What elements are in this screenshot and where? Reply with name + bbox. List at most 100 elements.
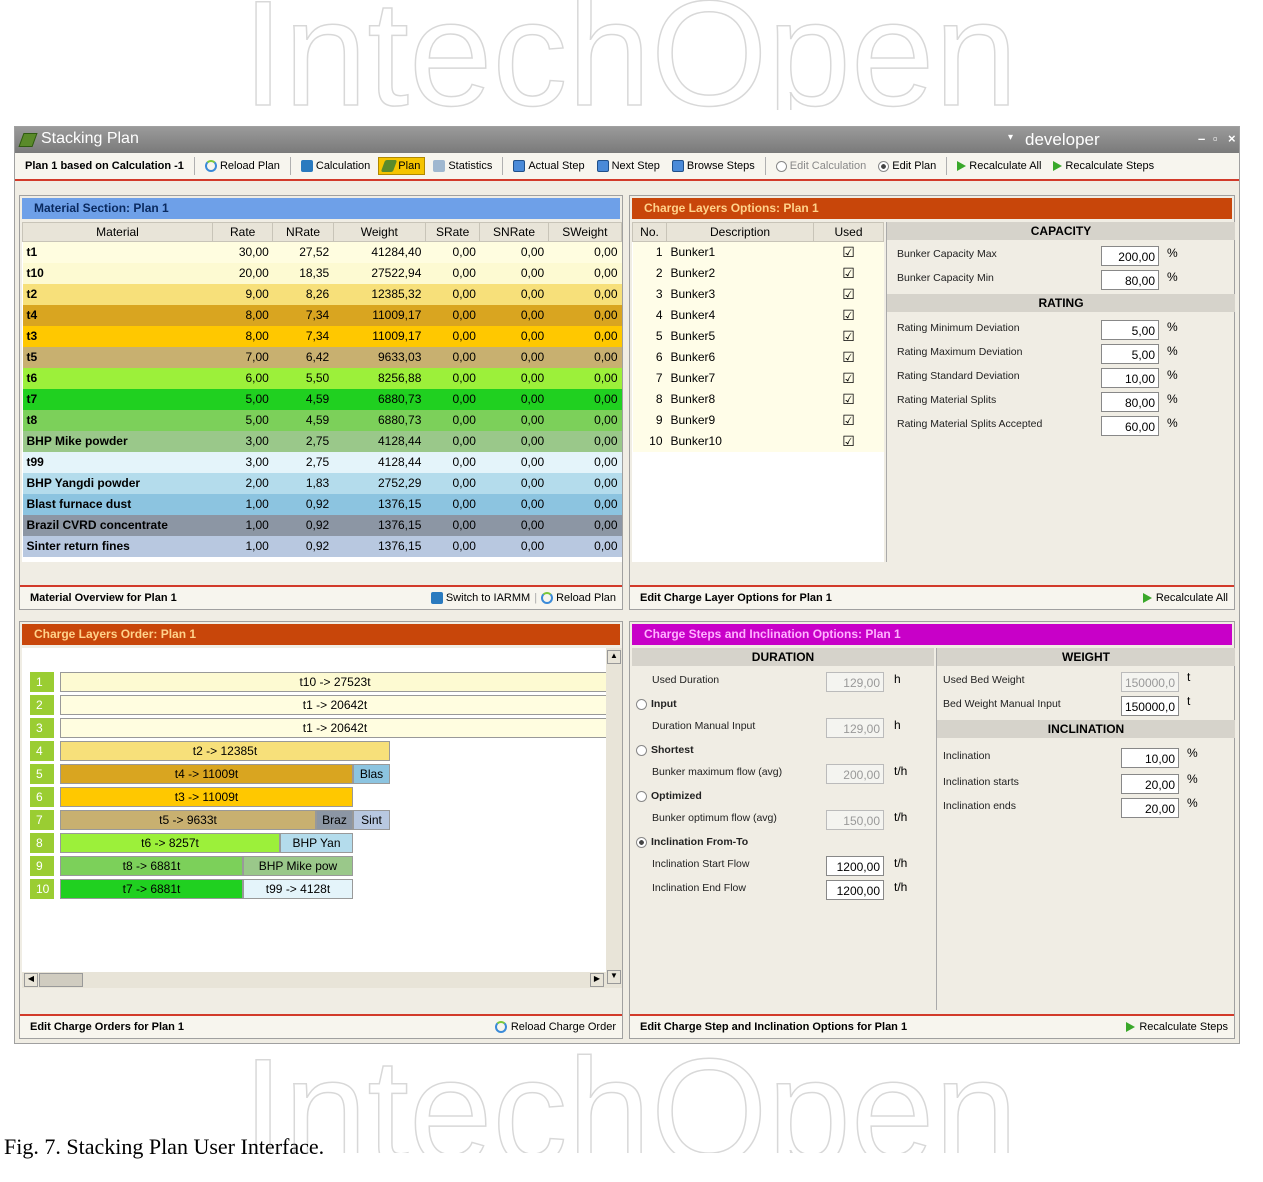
charge-layer-bar[interactable]: t5 -> 9633t xyxy=(60,810,316,830)
bunker-row[interactable]: 8 Bunker8 ☑ xyxy=(632,388,884,410)
rating-material-splits-input[interactable]: 80,00 xyxy=(1101,392,1159,412)
charge-layer-bar[interactable]: t7 -> 6881t xyxy=(60,879,243,899)
charge-layer-bar[interactable]: BHP Yan xyxy=(280,833,353,853)
inclination-from-to-radio[interactable]: Inclination From-To xyxy=(636,836,748,848)
recalculate-steps-button[interactable]: Recalculate Steps xyxy=(1049,158,1158,174)
switch-to-iarmm-button[interactable]: Switch to IARMM xyxy=(430,592,530,604)
charge-layer-bar[interactable]: Blas xyxy=(353,764,390,784)
edit-calculation-radio[interactable]: Edit Calculation xyxy=(772,158,870,174)
material-row[interactable]: t7 5,00 4,59 6880,73 0,00 0,00 0,00 xyxy=(22,388,622,410)
inclination-input[interactable]: 10,00 xyxy=(1121,748,1179,768)
bunker-used-checkbox[interactable]: ☑ xyxy=(842,328,855,344)
bunker-capacity-max-input[interactable]: 200,00 xyxy=(1101,246,1159,266)
input-radio[interactable]: Input xyxy=(636,698,677,710)
material-row[interactable]: Brazil CVRD concentrate 1,00 0,92 1376,15 0,… xyxy=(22,514,622,536)
bunker-used-checkbox[interactable]: ☑ xyxy=(842,349,855,365)
bunker-capacity-min-input[interactable]: 80,00 xyxy=(1101,270,1159,290)
next-step-button[interactable]: Next Step xyxy=(593,158,664,174)
restore-icon[interactable]: ▫ xyxy=(1213,131,1218,146)
calculation-button[interactable]: Calculation xyxy=(297,158,374,174)
steps-recalculate-steps-button[interactable]: Recalculate Steps xyxy=(1126,1021,1228,1033)
browse-steps-button[interactable]: Browse Steps xyxy=(668,158,759,174)
material-row[interactable]: t6 6,00 5,50 8256,88 0,00 0,00 0,00 xyxy=(22,367,622,389)
bunker-row[interactable]: 7 Bunker7 ☑ xyxy=(632,367,884,389)
charge-layer-bar[interactable]: t2 -> 12385t xyxy=(60,741,390,761)
shortest-radio[interactable]: Shortest xyxy=(636,744,694,756)
recalculate-all-button[interactable]: Recalculate All xyxy=(953,158,1045,174)
scroll-down-icon[interactable]: ▼ xyxy=(607,970,621,984)
material-row[interactable]: t4 8,00 7,34 11009,17 0,00 0,00 0,00 xyxy=(22,304,622,326)
material-row[interactable]: Blast furnace dust 1,00 0,92 1376,15 0,00 0,0… xyxy=(22,493,622,515)
material-row[interactable]: t2 9,00 8,26 12385,32 0,00 0,00 0,00 xyxy=(22,283,622,305)
charge-layer-bar[interactable]: Sint xyxy=(353,810,390,830)
bunker-row[interactable]: 6 Bunker6 ☑ xyxy=(632,346,884,368)
vertical-scrollbar[interactable]: ▲ ▼ xyxy=(606,648,622,988)
minimize-icon[interactable]: – xyxy=(1198,131,1205,146)
material-column-header[interactable]: SWeight xyxy=(547,222,623,242)
bunker-row[interactable]: 9 Bunker9 ☑ xyxy=(632,409,884,431)
charge-layer-bar[interactable]: t99 -> 4128t xyxy=(243,879,353,899)
charge-layer-bar[interactable]: t8 -> 6881t xyxy=(60,856,243,876)
actual-step-button[interactable]: Actual Step xyxy=(509,158,588,174)
inclination-starts-input[interactable]: 20,00 xyxy=(1121,774,1179,794)
options-recalculate-all-button[interactable]: Recalculate All xyxy=(1142,592,1228,604)
material-reload-plan-button[interactable]: Reload Plan xyxy=(541,592,616,604)
material-column-header[interactable]: Rate xyxy=(211,222,274,242)
material-row[interactable]: t5 7,00 6,42 9633,03 0,00 0,00 0,00 xyxy=(22,346,622,368)
rating-max-deviation-input[interactable]: 5,00 xyxy=(1101,344,1159,364)
inclination-start-flow-input[interactable]: 1200,00 xyxy=(826,856,884,876)
scroll-right-icon[interactable]: ▶ xyxy=(590,973,604,987)
bunker-used-checkbox[interactable]: ☑ xyxy=(842,244,855,260)
scroll-left-icon[interactable]: ◀ xyxy=(24,973,38,987)
optimized-radio[interactable]: Optimized xyxy=(636,790,702,802)
bunker-row[interactable]: 2 Bunker2 ☑ xyxy=(632,262,884,284)
scroll-up-icon[interactable]: ▲ xyxy=(607,650,621,664)
bunker-row[interactable]: 3 Bunker3 ☑ xyxy=(632,283,884,305)
rating-std-deviation-input[interactable]: 10,00 xyxy=(1101,368,1159,388)
material-row[interactable]: BHP Yangdi powder 2,00 1,83 2752,29 0,00 0,00… xyxy=(22,472,622,494)
material-row[interactable]: BHP Mike powder 3,00 2,75 4128,44 0,00 0,00 0,… xyxy=(22,430,622,452)
charge-layer-bar[interactable]: t1 -> 20642t xyxy=(60,718,610,738)
material-row[interactable]: t99 3,00 2,75 4128,44 0,00 0,00 0,00 xyxy=(22,451,622,473)
material-row[interactable]: t8 5,00 4,59 6880,73 0,00 0,00 0,00 xyxy=(22,409,622,431)
horizontal-scrollbar[interactable]: ◀ ▶ xyxy=(22,972,606,988)
charge-layer-bar[interactable]: Braz xyxy=(316,810,353,830)
bunker-row[interactable]: 10 Bunker10 ☑ xyxy=(632,430,884,452)
charge-layer-bar[interactable]: t4 -> 11009t xyxy=(60,764,353,784)
bed-weight-manual-input[interactable]: 150000,0 xyxy=(1121,696,1179,716)
bunker-column-header[interactable]: Description xyxy=(665,222,815,242)
statistics-button[interactable]: Statistics xyxy=(429,158,496,174)
bunker-used-checkbox[interactable]: ☑ xyxy=(842,412,855,428)
rating-min-deviation-input[interactable]: 5,00 xyxy=(1101,320,1159,340)
rating-material-splits-accepted-input[interactable]: 60,00 xyxy=(1101,416,1159,436)
bunker-used-checkbox[interactable]: ☑ xyxy=(842,391,855,407)
inclination-end-flow-input[interactable]: 1200,00 xyxy=(826,880,884,900)
bunker-used-checkbox[interactable]: ☑ xyxy=(842,370,855,386)
reload-plan-button[interactable]: Reload Plan xyxy=(201,158,284,174)
user-name[interactable]: developer xyxy=(1025,130,1100,150)
material-row[interactable]: t10 20,00 18,35 27522,94 0,00 0,00 0,00 xyxy=(22,262,622,284)
edit-plan-radio[interactable]: Edit Plan xyxy=(874,158,940,174)
bunker-max-flow-input[interactable]: 200,00 xyxy=(826,764,884,784)
charge-layer-bar[interactable]: t3 -> 11009t xyxy=(60,787,353,807)
close-icon[interactable]: × xyxy=(1228,131,1236,146)
charge-layer-bar[interactable]: t6 -> 8257t xyxy=(60,833,280,853)
bunker-row[interactable]: 4 Bunker4 ☑ xyxy=(632,304,884,326)
charge-layer-bar[interactable]: BHP Mike pow xyxy=(243,856,353,876)
bunker-used-checkbox[interactable]: ☑ xyxy=(842,307,855,323)
plan-button[interactable]: Plan xyxy=(378,157,426,175)
inclination-ends-input[interactable]: 20,00 xyxy=(1121,798,1179,818)
bunker-used-checkbox[interactable]: ☑ xyxy=(842,433,855,449)
material-row[interactable]: Sinter return fines 1,00 0,92 1376,15 0,00 0,… xyxy=(22,535,622,557)
bunker-opt-flow-input[interactable]: 150,00 xyxy=(826,810,884,830)
material-row[interactable]: t3 8,00 7,34 11009,17 0,00 0,00 0,00 xyxy=(22,325,622,347)
charge-layer-bar[interactable]: t1 -> 20642t xyxy=(60,695,610,715)
duration-manual-input[interactable]: 129,00 xyxy=(826,718,884,738)
material-column-header[interactable]: NRate xyxy=(272,222,334,242)
reload-charge-order-button[interactable]: Reload Charge Order xyxy=(494,1021,616,1033)
material-column-header[interactable]: SNRate xyxy=(479,222,549,242)
bunker-row[interactable]: 1 Bunker1 ☑ xyxy=(632,241,884,263)
material-column-header[interactable]: Material xyxy=(22,222,213,242)
user-dropdown-icon[interactable]: ▾ xyxy=(1008,132,1013,143)
bunker-used-checkbox[interactable]: ☑ xyxy=(842,265,855,281)
